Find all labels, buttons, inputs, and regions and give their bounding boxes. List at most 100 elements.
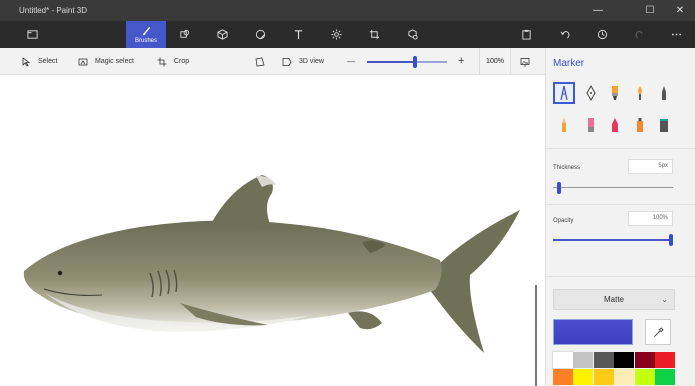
color-swatch[interactable] bbox=[552, 351, 574, 369]
canvas-icon bbox=[369, 29, 379, 40]
perspective-button[interactable] bbox=[255, 55, 272, 68]
crayon-icon bbox=[612, 118, 618, 132]
image-view-button[interactable] bbox=[520, 55, 537, 68]
eyedropper-icon bbox=[653, 326, 664, 337]
watercolor-brush[interactable] bbox=[629, 82, 651, 104]
3d-view-label: 3D view bbox=[299, 58, 324, 65]
oil-brush-icon bbox=[612, 86, 618, 100]
finish-dropdown[interactable]: Matte ⌄ bbox=[553, 289, 675, 310]
paste-button[interactable] bbox=[512, 21, 540, 48]
select-label: Select bbox=[38, 58, 58, 65]
redo-icon bbox=[635, 31, 643, 39]
color-swatch[interactable] bbox=[614, 352, 635, 368]
text-icon bbox=[294, 30, 302, 40]
tab-canvas[interactable] bbox=[360, 21, 388, 48]
color-swatch[interactable] bbox=[634, 352, 655, 368]
image-icon bbox=[520, 57, 530, 66]
color-palette bbox=[552, 351, 675, 386]
color-swatch[interactable] bbox=[593, 369, 614, 385]
redo-button[interactable] bbox=[625, 21, 653, 48]
pencil-icon bbox=[562, 118, 566, 132]
tab-stickers[interactable] bbox=[246, 21, 274, 48]
finish-value: Matte bbox=[603, 295, 624, 304]
panel-title: Marker bbox=[553, 58, 585, 69]
perspective-icon bbox=[255, 57, 265, 66]
zoom-in-button[interactable]: + bbox=[458, 54, 464, 67]
drawing-canvas[interactable] bbox=[0, 75, 545, 386]
fill-brush[interactable] bbox=[653, 114, 675, 136]
cube-icon bbox=[216, 29, 228, 40]
shapes-2d-icon bbox=[179, 29, 189, 38]
opacity-label: Opacity bbox=[553, 218, 574, 224]
canvas-scrollbar[interactable] bbox=[535, 285, 537, 386]
zoom-out-button[interactable]: — bbox=[347, 55, 355, 68]
opacity-slider-handle[interactable] bbox=[669, 234, 673, 246]
undo-icon bbox=[560, 31, 569, 39]
main-toolbar: Brushes bbox=[0, 21, 695, 48]
fill-bucket-icon bbox=[660, 119, 668, 132]
history-button[interactable] bbox=[588, 21, 616, 48]
crop-label: Crop bbox=[174, 58, 190, 65]
eraser-brush[interactable] bbox=[580, 114, 602, 136]
3d-view-button[interactable]: 3D view bbox=[282, 55, 324, 68]
opacity-slider-fill bbox=[553, 239, 673, 241]
library-icon bbox=[407, 29, 418, 40]
thickness-slider-track[interactable] bbox=[553, 187, 673, 188]
tab-3d-shapes[interactable] bbox=[208, 21, 236, 48]
chevron-down-icon: ⌄ bbox=[661, 295, 668, 304]
title-bar: Untitled* - Paint 3D — ☐ ✕ bbox=[0, 0, 695, 21]
shark-image bbox=[23, 175, 520, 353]
color-swatch[interactable] bbox=[553, 369, 573, 385]
panel-divider bbox=[546, 148, 695, 149]
more-icon bbox=[671, 33, 681, 36]
marker-brush[interactable] bbox=[553, 82, 575, 104]
pixel-pen-brush[interactable] bbox=[653, 82, 675, 104]
canvas-toolbar: Select Magic select Crop 3D view — + 100… bbox=[0, 48, 545, 75]
tab-3d-library[interactable] bbox=[398, 21, 426, 48]
sticker-icon bbox=[255, 29, 265, 40]
tab-text[interactable] bbox=[284, 21, 312, 48]
undo-button[interactable] bbox=[551, 21, 579, 48]
select-button[interactable]: Select bbox=[21, 55, 57, 68]
tab-brushes[interactable]: Brushes bbox=[126, 21, 166, 48]
current-color-swatch[interactable] bbox=[553, 319, 633, 345]
panel-divider bbox=[546, 276, 695, 277]
menu-button[interactable] bbox=[18, 21, 46, 48]
color-swatch[interactable] bbox=[593, 352, 614, 368]
spray-can-brush[interactable] bbox=[629, 114, 651, 136]
close-button[interactable]: ✕ bbox=[667, 0, 693, 21]
color-swatch[interactable] bbox=[614, 369, 635, 385]
color-swatch[interactable] bbox=[634, 369, 655, 385]
color-swatch[interactable] bbox=[655, 352, 675, 368]
zoom-slider-fill bbox=[367, 61, 415, 63]
magic-select-button[interactable]: Magic select bbox=[78, 55, 134, 68]
maximize-button[interactable]: ☐ bbox=[637, 0, 663, 21]
spray-can-icon bbox=[637, 118, 643, 132]
brush-panel: Marker Thickness 5px Opacity 100% Matte bbox=[545, 48, 695, 386]
more-button[interactable] bbox=[662, 21, 690, 48]
color-swatch[interactable] bbox=[655, 369, 675, 385]
thickness-slider-handle[interactable] bbox=[557, 182, 561, 194]
oil-brush[interactable] bbox=[604, 82, 626, 104]
magic-select-icon bbox=[78, 58, 88, 65]
opacity-input[interactable]: 100% bbox=[628, 211, 673, 226]
thickness-input[interactable]: 5px bbox=[628, 159, 673, 174]
eyedropper-button[interactable] bbox=[645, 319, 671, 345]
pixel-pen-icon bbox=[662, 86, 666, 100]
tab-2d-shapes[interactable] bbox=[170, 21, 198, 48]
pencil-brush[interactable] bbox=[553, 114, 575, 136]
window-title: Untitled* - Paint 3D bbox=[19, 6, 88, 15]
zoom-slider-handle[interactable] bbox=[413, 56, 417, 68]
color-swatch[interactable] bbox=[573, 352, 594, 368]
minimize-button[interactable]: — bbox=[585, 0, 611, 21]
tab-effects[interactable] bbox=[322, 21, 350, 48]
calligraphy-pen-brush[interactable] bbox=[580, 82, 602, 104]
color-swatch[interactable] bbox=[573, 369, 594, 385]
crayon-brush[interactable] bbox=[604, 114, 626, 136]
zoom-value[interactable]: 100% bbox=[479, 48, 511, 75]
view-3d-icon bbox=[282, 57, 292, 66]
panel-divider bbox=[546, 204, 695, 205]
magic-select-label: Magic select bbox=[95, 58, 134, 65]
cursor-icon bbox=[22, 56, 31, 67]
crop-button[interactable]: Crop bbox=[157, 55, 189, 68]
